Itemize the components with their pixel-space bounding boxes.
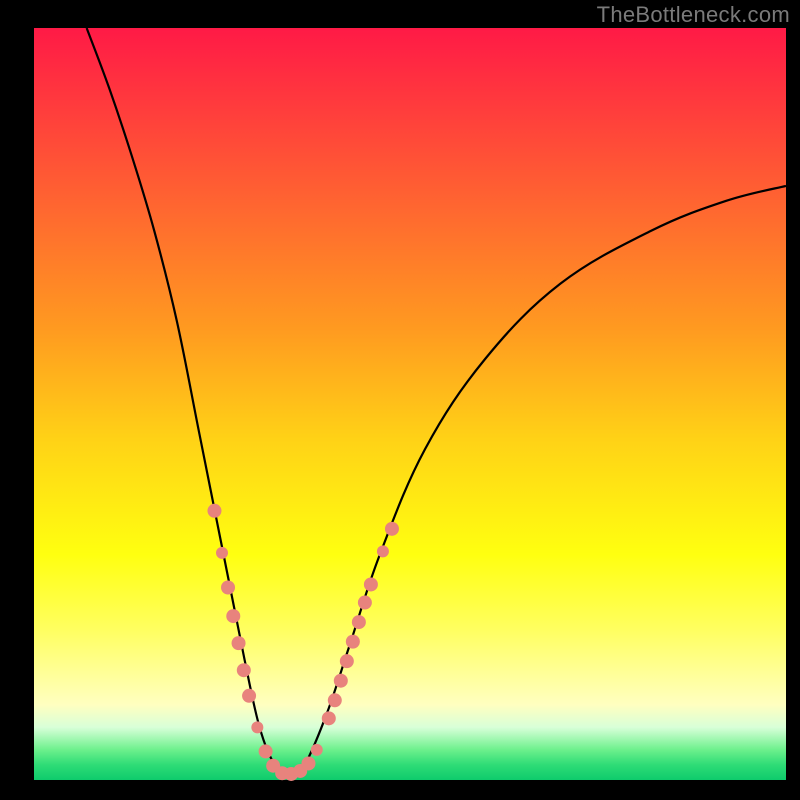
data-bead [207, 504, 221, 518]
data-bead [364, 577, 378, 591]
data-bead [322, 711, 336, 725]
data-bead [251, 721, 263, 733]
curve-svg [34, 28, 786, 780]
chart-frame: TheBottleneck.com [0, 0, 800, 800]
data-bead [232, 636, 246, 650]
curve-right-branch [290, 186, 786, 780]
data-bead [259, 744, 273, 758]
data-bead [334, 674, 348, 688]
curve-left-branch [87, 28, 290, 780]
data-bead [226, 609, 240, 623]
data-bead [237, 663, 251, 677]
data-bead [221, 580, 235, 594]
data-bead [216, 547, 228, 559]
data-bead [311, 744, 323, 756]
data-bead [346, 635, 360, 649]
data-bead [352, 615, 366, 629]
data-bead [328, 693, 342, 707]
data-bead [358, 596, 372, 610]
watermark-text: TheBottleneck.com [597, 2, 790, 28]
data-bead [385, 522, 399, 536]
curve-beads [207, 504, 398, 781]
data-bead [340, 654, 354, 668]
plot-area [34, 28, 786, 780]
data-bead [377, 545, 389, 557]
data-bead [301, 756, 315, 770]
data-bead [242, 689, 256, 703]
